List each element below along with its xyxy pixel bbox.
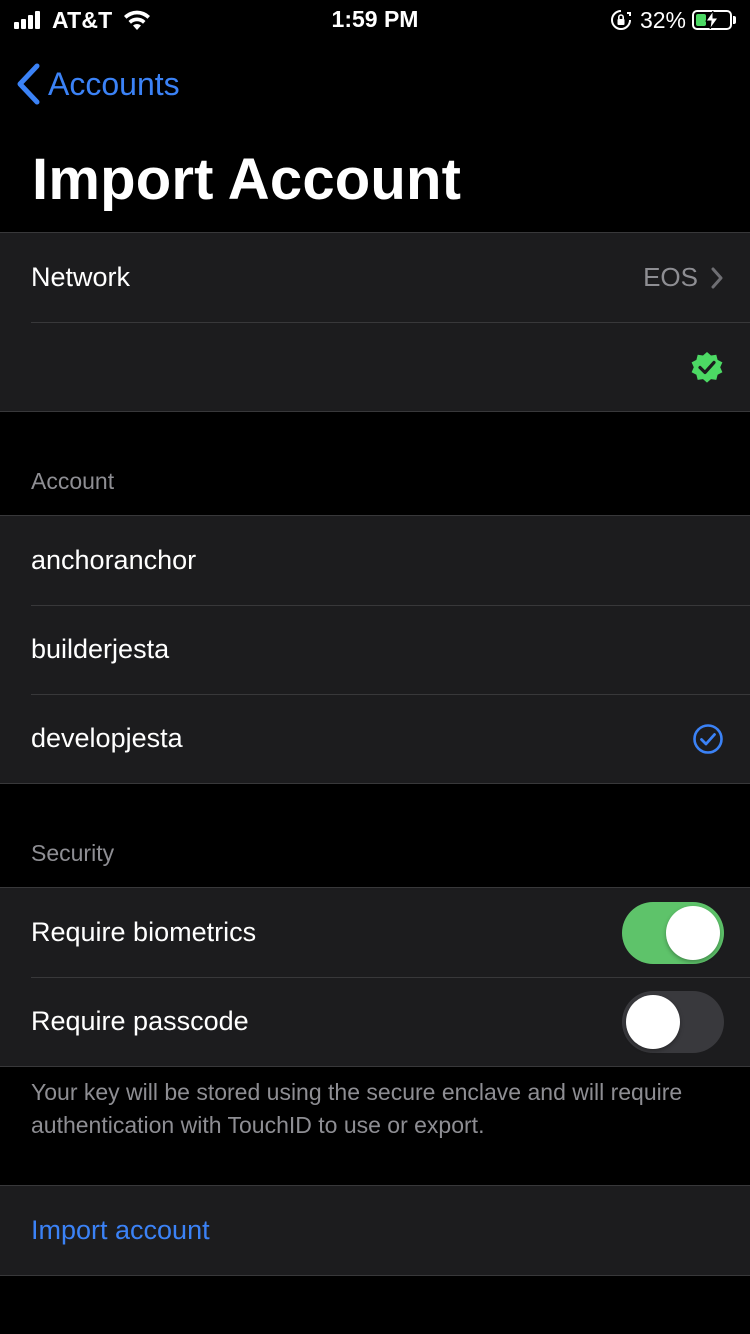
account-name: anchoranchor <box>31 545 197 575</box>
status-bar: AT&T 1:59 PM 32% <box>0 0 750 40</box>
chevron-left-icon <box>17 63 40 105</box>
toggle-knob <box>666 905 720 960</box>
account-row[interactable]: builderjesta <box>0 605 750 694</box>
security-group: Require biometrics Require passcode <box>0 887 750 1067</box>
network-value: EOS <box>643 262 698 292</box>
require-passcode-toggle[interactable] <box>622 990 724 1053</box>
import-account-button[interactable]: Import account <box>0 1186 750 1275</box>
account-row[interactable]: anchoranchor <box>0 516 750 605</box>
network-status-row <box>0 322 750 411</box>
account-name: builderjesta <box>31 634 170 664</box>
security-footer-text: Your key will be stored using the secure… <box>31 1079 683 1138</box>
network-row[interactable]: Network EOS <box>0 233 750 322</box>
network-label: Network <box>31 262 131 292</box>
toggle-knob <box>626 994 680 1049</box>
back-button[interactable]: Accounts <box>16 62 180 106</box>
account-row-selected[interactable]: developjesta <box>0 694 750 783</box>
account-name: developjesta <box>31 723 183 753</box>
verified-badge-icon <box>691 351 723 383</box>
checkmark-circle-icon <box>693 723 723 754</box>
security-section-header: Security <box>31 840 115 866</box>
account-group: anchoranchor builderjesta developjesta <box>0 515 750 784</box>
import-account-label: Import account <box>31 1215 210 1245</box>
require-passcode-row: Require passcode <box>0 977 750 1066</box>
screen: AT&T 1:59 PM 32% Accounts Import Account… <box>0 0 750 1334</box>
chevron-right-icon <box>711 267 723 288</box>
page-title: Import Account <box>32 147 462 212</box>
bolt-icon <box>705 11 719 29</box>
import-group: Import account <box>0 1185 750 1276</box>
status-right: 32% <box>610 6 736 34</box>
account-section-header: Account <box>31 468 115 494</box>
require-passcode-label: Require passcode <box>31 1006 249 1036</box>
require-biometrics-label: Require biometrics <box>31 917 257 947</box>
require-biometrics-row: Require biometrics <box>0 888 750 977</box>
battery-percent: 32% <box>639 6 686 33</box>
battery-nub <box>733 16 736 24</box>
require-biometrics-toggle[interactable] <box>622 901 724 964</box>
back-button-label: Accounts <box>48 65 180 102</box>
battery-charging-icon <box>692 10 732 30</box>
orientation-lock-icon <box>610 10 631 30</box>
network-group: Network EOS <box>0 232 750 412</box>
